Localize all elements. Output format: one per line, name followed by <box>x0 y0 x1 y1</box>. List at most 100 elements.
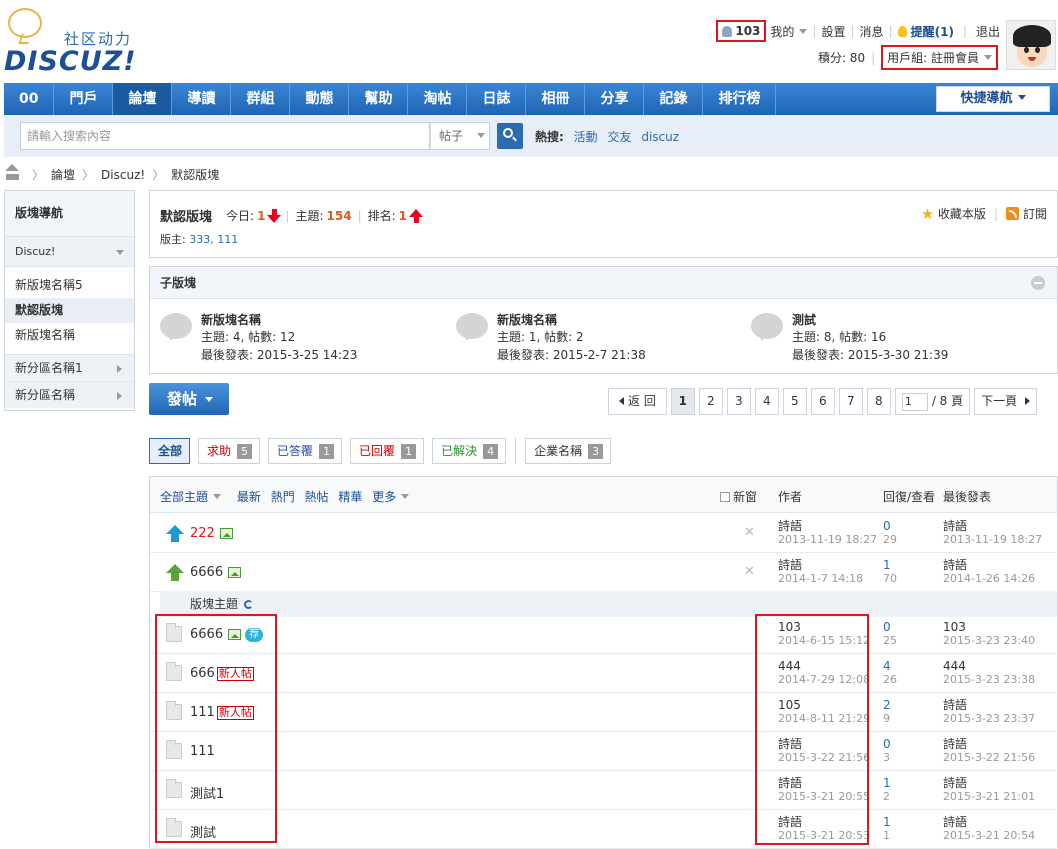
tab-hot[interactable]: 熱門 <box>271 490 295 504</box>
breadcrumb-link[interactable]: 默認版塊 <box>171 166 219 183</box>
refresh-icon[interactable] <box>244 600 254 609</box>
sidebar-item[interactable]: 新版塊名稱 <box>5 323 134 348</box>
pager-back-button[interactable]: 返 回 <box>608 388 667 415</box>
last-post-date[interactable]: 2015-3-22 21:56 <box>943 751 1035 765</box>
last-post-author[interactable]: 444 <box>943 659 1035 673</box>
reply-count[interactable]: 1 <box>883 558 897 572</box>
hot-search-link[interactable]: discuz <box>641 130 679 144</box>
last-post-date[interactable]: 2014-1-26 14:26 <box>943 572 1035 586</box>
filter-tab[interactable]: 企業名稱 3 <box>525 438 612 464</box>
thread-title-link[interactable]: 6666 <box>190 565 223 580</box>
filter-tab[interactable]: 已回覆 1 <box>350 438 425 464</box>
page-link[interactable]: 7 <box>838 388 863 415</box>
menu-messages[interactable]: 消息 <box>860 23 884 40</box>
user-link[interactable]: 103 <box>716 20 767 42</box>
author-name[interactable]: 詩語 <box>778 558 863 572</box>
table-row[interactable]: 111 新人帖 105 2014-8-11 21:29 2 9 詩語 2015-3-23 23… <box>150 693 1057 732</box>
home-icon[interactable] <box>5 163 19 180</box>
last-post-author[interactable]: 103 <box>943 620 1035 634</box>
sidebar-item[interactable]: 新版塊名稱5 <box>5 273 134 298</box>
site-logo[interactable]: 社区动力 DISCUZ! <box>4 8 144 77</box>
last-post-date[interactable]: 2013-11-19 18:27 <box>943 533 1042 547</box>
page-link[interactable]: 1 <box>670 388 695 415</box>
post-button[interactable]: 發帖 <box>149 383 229 415</box>
filter-tab[interactable]: 已答覆 1 <box>268 438 343 464</box>
thread-title-link[interactable]: 222 <box>190 526 215 541</box>
sidebar-item-active[interactable]: 默認版塊 <box>5 298 134 323</box>
table-row[interactable]: 222 ✕ 詩語 2013-11-19 18:27 0 29 詩語 2013-11-19 18… <box>150 514 1057 553</box>
last-post-author[interactable]: 詩語 <box>943 698 1035 712</box>
tab-latest[interactable]: 最新 <box>237 490 261 504</box>
last-post-date[interactable]: 2015-3-21 21:01 <box>943 790 1035 804</box>
table-row[interactable]: 測試1 詩語 2015-3-21 20:55 1 2 詩語 2015-3-21 21:01 <box>150 771 1057 810</box>
last-post-author[interactable]: 詩語 <box>943 815 1035 829</box>
page-input[interactable]: 1 <box>901 392 928 411</box>
nav-item[interactable]: 日誌 <box>467 83 527 115</box>
last-post-author[interactable]: 詩語 <box>943 519 1042 533</box>
nav-item[interactable]: 幫助 <box>349 83 409 115</box>
page-link[interactable]: 8 <box>866 388 891 415</box>
tab-hot-posts[interactable]: 熱帖 <box>305 490 329 504</box>
nav-item[interactable]: 00 <box>4 83 55 115</box>
avatar[interactable] <box>1006 20 1056 70</box>
menu-settings[interactable]: 設置 <box>821 23 845 40</box>
table-row[interactable]: 6666 荐 103 2014-6-15 15:12 0 25 103 2015-3-23 2… <box>150 615 1057 654</box>
page-link[interactable]: 6 <box>810 388 835 415</box>
sidebar-section[interactable]: 新分區名稱 <box>5 381 134 408</box>
subforum-item[interactable]: 測試 主題: 8, 帖數: 16 最後發表: 2015-3-30 21:39 <box>751 311 1041 371</box>
nav-item[interactable]: 淘帖 <box>408 83 468 115</box>
sidebar-group[interactable]: Discuz! <box>5 237 134 267</box>
search-input[interactable]: 請輸入搜索內容 <box>20 122 430 150</box>
sidebar-section[interactable]: 新分區名稱1 <box>5 354 134 381</box>
usergroup-dropdown[interactable]: 用戶組: 註冊會員 <box>881 45 998 70</box>
nav-item[interactable]: 相冊 <box>526 83 586 115</box>
remind-link[interactable]: 提醒(1) <box>897 23 954 40</box>
favorite-forum-link[interactable]: 收藏本版 <box>938 205 986 222</box>
pager-next-button[interactable]: 下一頁 <box>974 388 1038 415</box>
nav-item[interactable]: 門戶 <box>54 83 114 115</box>
close-icon[interactable]: ✕ <box>744 564 755 579</box>
close-icon[interactable]: ✕ <box>744 525 755 540</box>
reply-count[interactable]: 0 <box>883 519 897 533</box>
nav-item[interactable]: 群組 <box>231 83 291 115</box>
page-link[interactable]: 5 <box>782 388 807 415</box>
filter-tab[interactable]: 求助 5 <box>198 438 261 464</box>
search-button[interactable] <box>497 123 523 149</box>
quick-nav-button[interactable]: 快捷導航 <box>936 86 1050 112</box>
collapse-icon[interactable] <box>1031 276 1045 290</box>
subscribe-link[interactable]: 訂閱 <box>1023 205 1047 222</box>
logout-link[interactable]: 退出 <box>976 23 1000 40</box>
tab-more[interactable]: 更多 <box>372 490 410 504</box>
nav-item[interactable]: 動態 <box>290 83 350 115</box>
checkbox[interactable] <box>720 492 730 502</box>
reply-count[interactable]: 4 <box>883 659 897 673</box>
table-row[interactable]: 111 詩語 2015-3-22 21:56 0 3 詩語 2015-3-22 21:56 <box>150 732 1057 771</box>
last-post-date[interactable]: 2015-3-21 20:54 <box>943 829 1035 843</box>
reply-count[interactable]: 0 <box>883 737 891 751</box>
hot-search-link[interactable]: 交友 <box>607 130 631 144</box>
subforum-name[interactable]: 新版塊名稱 <box>201 311 261 328</box>
last-post-date[interactable]: 2015-3-23 23:38 <box>943 673 1035 687</box>
nav-item[interactable]: 論壇 <box>113 83 173 115</box>
reply-count[interactable]: 0 <box>883 620 897 634</box>
reply-count[interactable]: 1 <box>883 815 891 829</box>
search-type-select[interactable]: 帖子 <box>430 122 490 150</box>
reply-count[interactable]: 1 <box>883 776 891 790</box>
new-window-toggle[interactable]: 新窗 <box>720 488 757 505</box>
last-post-date[interactable]: 2015-3-23 23:40 <box>943 634 1035 648</box>
hot-search-link[interactable]: 活動 <box>574 130 598 144</box>
last-post-author[interactable]: 詩語 <box>943 737 1035 751</box>
menu-my[interactable]: 我的 <box>770 23 808 40</box>
author-name[interactable]: 詩語 <box>778 519 877 533</box>
filter-tab[interactable]: 已解決 4 <box>432 438 507 464</box>
subforum-name[interactable]: 新版塊名稱 <box>497 311 557 328</box>
subforum-item[interactable]: 新版塊名稱 主題: 1, 帖數: 2 最後發表: 2015-2-7 21:38 <box>456 311 746 371</box>
nav-item[interactable]: 記錄 <box>644 83 704 115</box>
page-link[interactable]: 3 <box>726 388 751 415</box>
moderator-links[interactable]: 333, 111 <box>189 233 238 246</box>
table-row[interactable]: 666 新人帖 444 2014-7-29 12:08 4 26 444 2015-3-23 … <box>150 654 1057 693</box>
subforum-item[interactable]: 新版塊名稱 主題: 4, 帖數: 12 最後發表: 2015-3-25 14:2… <box>160 311 450 371</box>
tab-all-topics[interactable]: 全部主題 <box>160 490 222 504</box>
page-link[interactable]: 2 <box>698 388 723 415</box>
last-post-author[interactable]: 詩語 <box>943 558 1035 572</box>
